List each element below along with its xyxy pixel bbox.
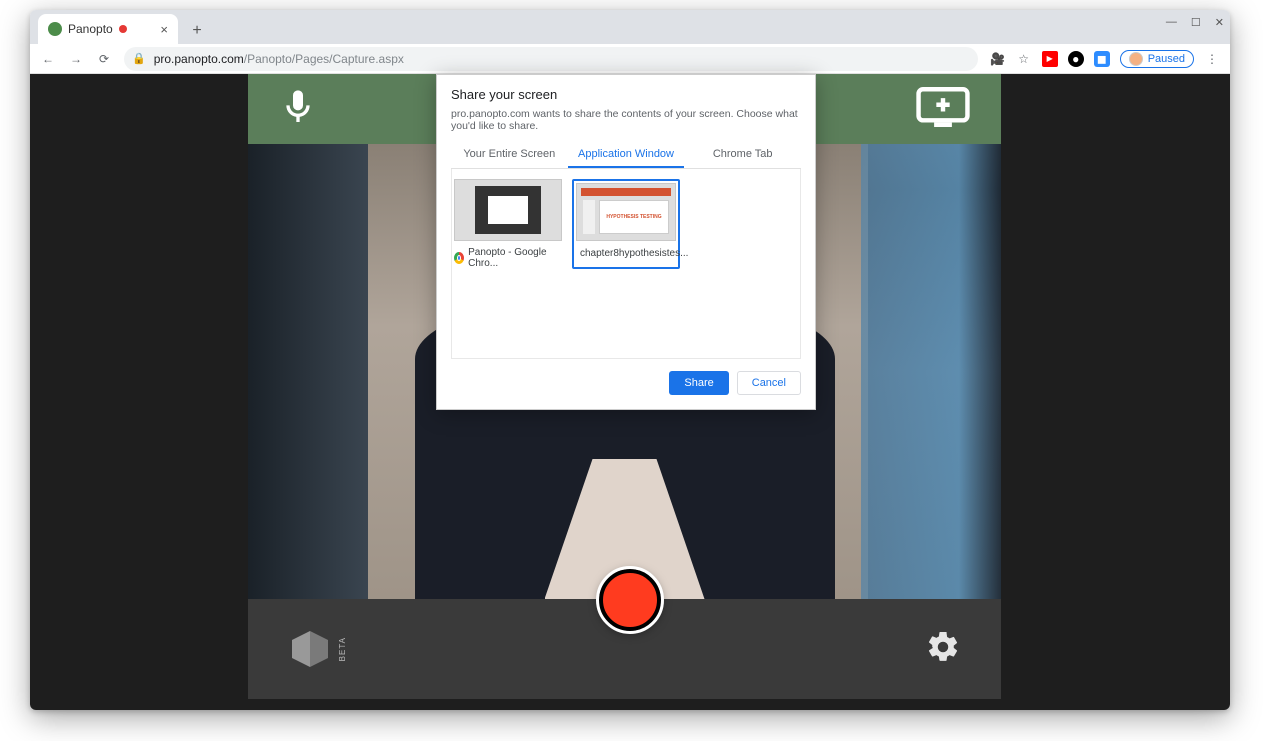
zoom-ext-icon[interactable]: ◼ (1094, 51, 1110, 67)
tab-chrome-tab[interactable]: Chrome Tab (684, 142, 801, 168)
thumb-chrome-label: Panopto - Google Chro... (468, 247, 562, 269)
dialog-subtitle: pro.panopto.com wants to share the conte… (451, 108, 801, 132)
browser-toolbar: ← → ⟳ 🔒 pro.panopto.com/Panopto/Pages/Ca… (30, 44, 1230, 74)
lock-icon: 🔒 (132, 52, 146, 65)
profile-status: Paused (1148, 53, 1185, 65)
recording-indicator-icon (119, 25, 127, 33)
adblock-ext-icon[interactable]: ● (1068, 51, 1084, 67)
panopto-logo: BETA (288, 627, 347, 671)
share-tabs: Your Entire Screen Application Window Ch… (451, 142, 801, 169)
browser-window: — ☐ ✕ Panopto × + ← → ⟳ 🔒 pro.panopto.co… (30, 10, 1230, 710)
record-button[interactable] (599, 569, 661, 631)
forward-button[interactable]: → (68, 52, 84, 66)
tab-title: Panopto (68, 22, 113, 36)
youtube-ext-icon[interactable]: ▶ (1042, 51, 1058, 67)
reload-button[interactable]: ⟳ (96, 52, 112, 66)
thumb-chrome-window[interactable]: Panopto - Google Chro... (454, 179, 562, 269)
dialog-title: Share your screen (451, 87, 801, 102)
url-path: /Panopto/Pages/Capture.aspx (244, 52, 404, 66)
extensions-row: 🎥 ☆ ▶ ● ◼ Paused ⋮ (990, 50, 1220, 68)
window-thumbnails: Panopto - Google Chro... HYPOTHESIS TEST… (451, 169, 801, 359)
close-button[interactable]: ✕ (1215, 16, 1224, 29)
menu-icon[interactable]: ⋮ (1204, 51, 1220, 67)
tab-close-icon[interactable]: × (160, 22, 168, 37)
panopto-hex-icon (288, 627, 332, 671)
screen-source-button[interactable] (915, 87, 971, 132)
avatar-icon (1129, 52, 1143, 66)
camera-ext-icon[interactable]: 🎥 (990, 51, 1006, 67)
page-content: BETA Share your screen pro.panopto.com w… (30, 74, 1230, 710)
settings-button[interactable] (925, 629, 961, 670)
url-host: pro.panopto.com (154, 52, 244, 66)
tab-strip: Panopto × + (30, 10, 1230, 44)
maximize-button[interactable]: ☐ (1191, 16, 1201, 29)
profile-chip[interactable]: Paused (1120, 50, 1194, 68)
cancel-button[interactable]: Cancel (737, 371, 801, 395)
new-tab-button[interactable]: + (184, 18, 210, 44)
window-controls: — ☐ ✕ (1166, 16, 1224, 29)
beta-label: BETA (338, 637, 347, 661)
star-icon[interactable]: ☆ (1016, 51, 1032, 67)
dialog-actions: Share Cancel (451, 371, 801, 395)
address-bar[interactable]: 🔒 pro.panopto.com/Panopto/Pages/Capture.… (124, 47, 978, 71)
browser-tab-panopto[interactable]: Panopto × (38, 14, 178, 44)
thumb-ppt-label: chapter8hypothesistes... (580, 248, 688, 259)
share-button[interactable]: Share (669, 371, 728, 395)
panopto-favicon (48, 22, 62, 36)
share-screen-dialog: Share your screen pro.panopto.com wants … (436, 74, 816, 410)
thumb-powerpoint-window[interactable]: HYPOTHESIS TESTING chapter8hypothesistes… (572, 179, 680, 269)
microphone-source-button[interactable] (278, 84, 318, 135)
back-button[interactable]: ← (40, 52, 56, 66)
tab-entire-screen[interactable]: Your Entire Screen (451, 142, 568, 168)
chrome-icon (454, 252, 464, 264)
tab-application-window[interactable]: Application Window (568, 142, 685, 168)
minimize-button[interactable]: — (1166, 16, 1177, 29)
